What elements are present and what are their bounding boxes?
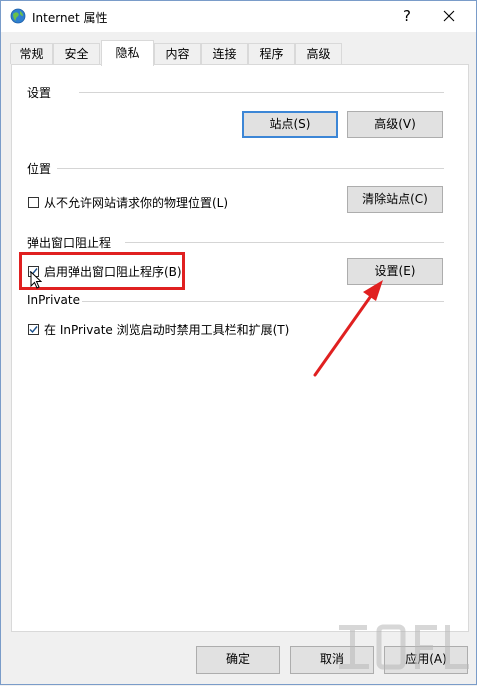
inprivate-checkbox-row[interactable]: 在 InPrivate 浏览启动时禁用工具栏和扩展(T) — [28, 321, 289, 338]
location-section-title: 位置 — [27, 160, 52, 177]
popup-settings-button[interactable]: 设置(E) — [347, 258, 443, 285]
tab-security[interactable]: 安全 — [53, 43, 100, 64]
mouse-cursor-icon — [30, 271, 42, 289]
cancel-button[interactable]: 取消 — [290, 646, 374, 674]
settings-section-title: 设置 — [27, 84, 52, 101]
location-checkbox-row[interactable]: 从不允许网站请求你的物理位置(L) — [28, 194, 228, 211]
tab-connections[interactable]: 连接 — [201, 43, 248, 64]
popup-blocker-section-title: 弹出窗口阻止程 — [27, 234, 112, 251]
ok-button[interactable]: 确定 — [196, 646, 280, 674]
settings-divider — [79, 92, 444, 93]
clear-sites-button[interactable]: 清除站点(C) — [347, 186, 443, 213]
internet-properties-dialog: Internet 属性 ? 常规 安全 隐私 内容 连接 程序 高级 设置 站点… — [0, 0, 477, 685]
popup-blocker-checkbox-label: 启用弹出窗口阻止程序(B) — [44, 265, 182, 279]
inprivate-checkbox-label: 在 InPrivate 浏览启动时禁用工具栏和扩展(T) — [44, 323, 290, 337]
inprivate-checkbox[interactable] — [28, 324, 39, 335]
title-bar[interactable]: Internet 属性 ? — [1, 1, 476, 32]
sites-button[interactable]: 站点(S) — [242, 111, 338, 138]
apply-button[interactable]: 应用(A) — [384, 646, 468, 674]
inprivate-section-title: InPrivate — [27, 293, 80, 307]
tab-programs[interactable]: 程序 — [248, 43, 295, 64]
privacy-tab-panel: 设置 站点(S) 高级(V) 位置 从不允许网站请求你的物理位置(L) 清除站点… — [11, 64, 469, 632]
close-icon — [443, 10, 455, 22]
internet-globe-icon — [10, 8, 26, 24]
location-checkbox-label: 从不允许网站请求你的物理位置(L) — [44, 196, 229, 210]
location-checkbox[interactable] — [28, 197, 39, 208]
location-divider — [57, 168, 444, 169]
tab-advanced[interactable]: 高级 — [295, 43, 342, 64]
popup-blocker-checkbox-row[interactable]: 启用弹出窗口阻止程序(B) — [28, 263, 182, 280]
window-title: Internet 属性 — [32, 11, 108, 25]
checkmark-icon — [29, 326, 38, 334]
tab-privacy[interactable]: 隐私 — [101, 40, 154, 66]
inprivate-divider — [82, 301, 444, 302]
tab-content[interactable]: 内容 — [154, 43, 201, 64]
popup-blocker-divider — [125, 242, 444, 243]
close-button[interactable] — [432, 4, 466, 28]
advanced-button[interactable]: 高级(V) — [347, 111, 443, 138]
tab-general[interactable]: 常规 — [10, 43, 53, 64]
help-button[interactable]: ? — [394, 4, 420, 28]
